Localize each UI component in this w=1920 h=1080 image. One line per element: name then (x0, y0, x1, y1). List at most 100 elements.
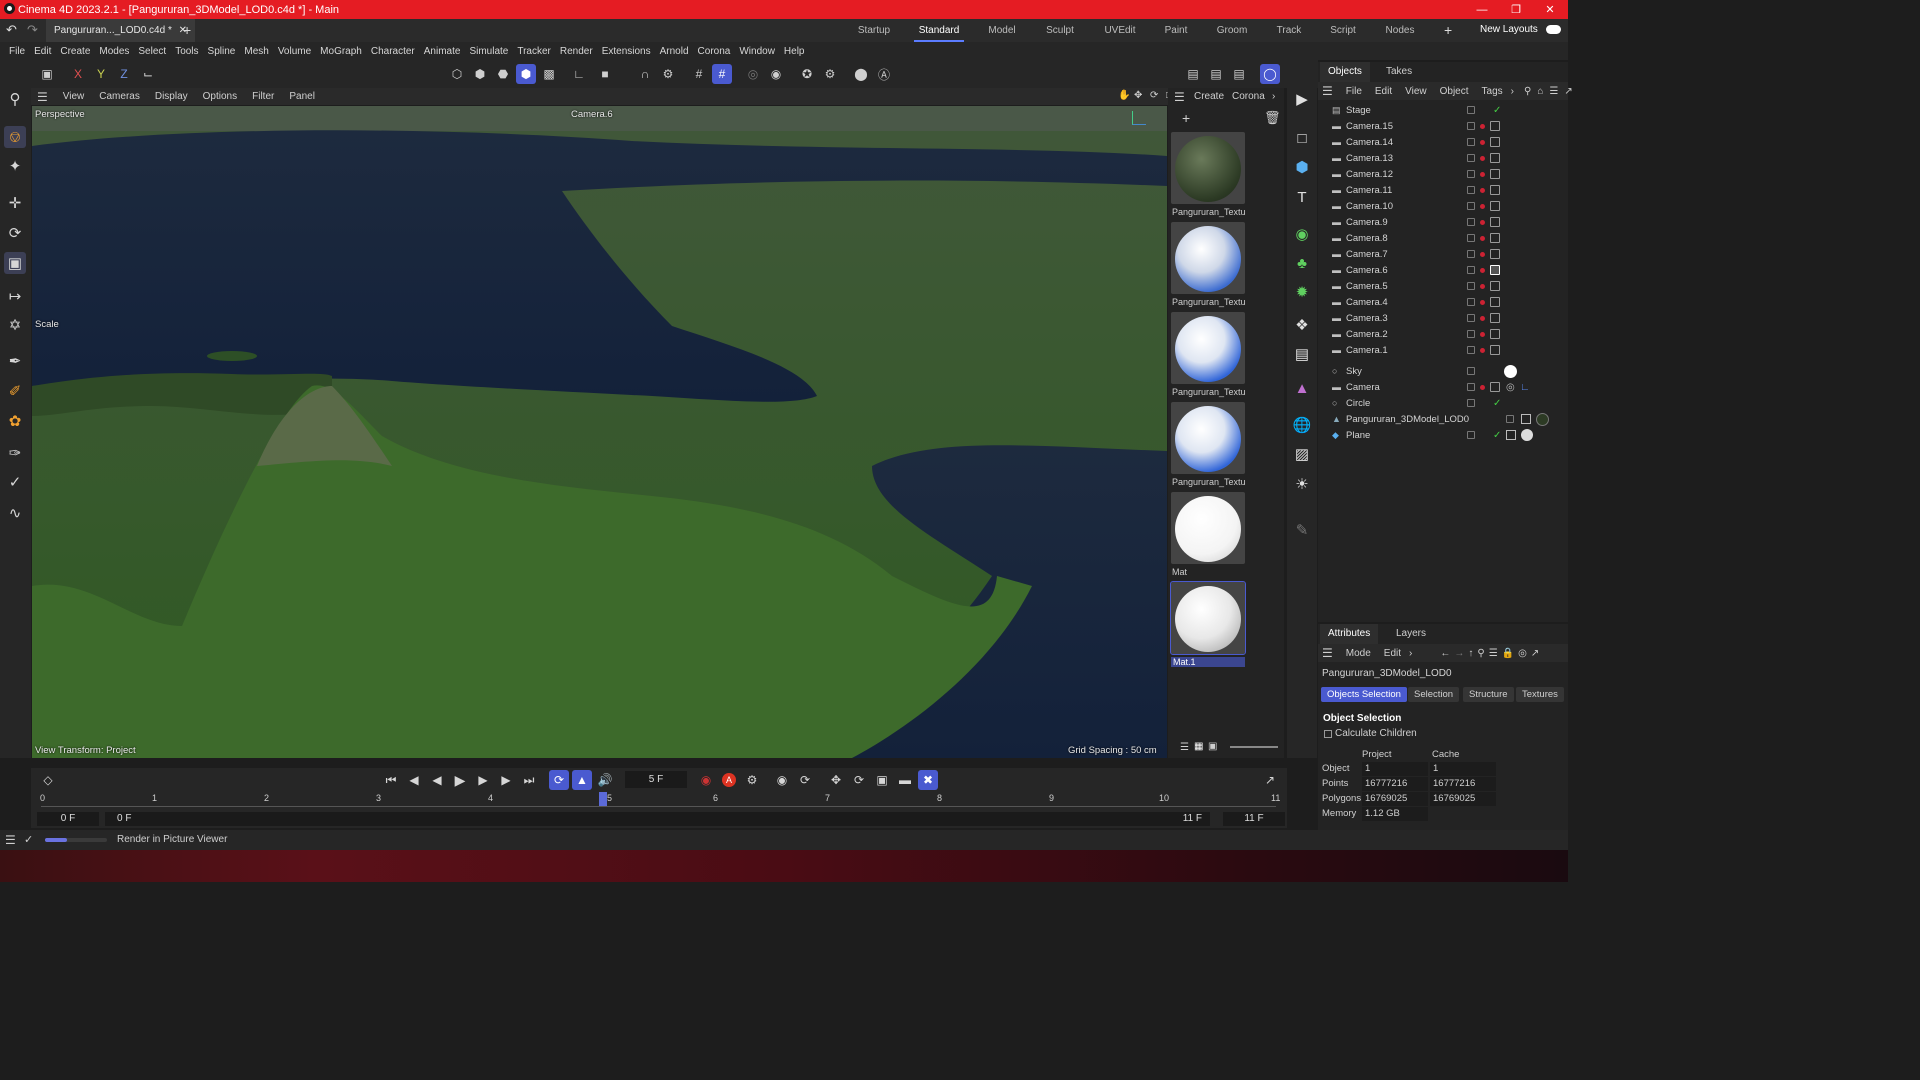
previous-frame-icon[interactable]: ◀ (427, 770, 447, 790)
add-layout-icon[interactable]: + (1444, 22, 1452, 38)
search-icon[interactable]: ⚲ (4, 88, 26, 110)
menu-extensions[interactable]: Extensions (602, 46, 651, 57)
material-tag-icon[interactable] (1521, 429, 1533, 441)
camera-tag-icon[interactable] (1490, 185, 1500, 195)
camera-tag-icon[interactable] (1490, 345, 1500, 355)
menu-select[interactable]: Select (138, 46, 166, 57)
layout-startup[interactable]: Startup (852, 19, 896, 42)
menu-modes[interactable]: Modes (99, 46, 129, 57)
btn-objects-selection[interactable]: Objects Selection (1321, 687, 1407, 702)
material-swatch[interactable] (1171, 492, 1245, 564)
visibility-check[interactable] (1467, 202, 1475, 210)
model-mode-icon[interactable]: ⬢ (516, 64, 536, 84)
light-icon[interactable]: ☀ (1291, 473, 1313, 495)
next-key-icon[interactable]: ▶ (496, 770, 516, 790)
up-arrow-icon[interactable]: ↑ (1468, 648, 1473, 659)
menu-tracker[interactable]: Tracker (517, 46, 551, 57)
interactive-render-icon[interactable]: ◯ (1260, 64, 1280, 84)
document-tab[interactable]: Pangururan..._LOD0.c4d * ✕ (46, 19, 196, 42)
snap-settings-icon[interactable]: ⚙ (658, 64, 678, 84)
camera-tag-icon[interactable] (1490, 329, 1500, 339)
layout-sculpt[interactable]: Sculpt (1040, 19, 1080, 42)
vp-menu-view[interactable]: View (63, 91, 85, 102)
texture-tag-icon[interactable] (1536, 412, 1549, 426)
new-layouts-toggle[interactable] (1546, 25, 1561, 34)
object-hamburger-icon[interactable]: ☰ (1322, 84, 1333, 98)
solo-icon[interactable]: ■ (595, 64, 615, 84)
layout-track[interactable]: Track (1270, 19, 1308, 42)
camera-object-icon[interactable]: ▶ (1291, 88, 1313, 110)
material-menu-create[interactable]: Create (1194, 91, 1224, 102)
visibility-check[interactable] (1467, 138, 1475, 146)
spline-smooth-icon[interactable]: ✿ (4, 410, 26, 432)
camera-tag-icon[interactable] (1490, 297, 1500, 307)
tab-attributes[interactable]: Attributes (1320, 624, 1379, 644)
viewport-camera-label[interactable]: Camera.6 (571, 109, 613, 120)
world-axis-icon[interactable]: ⌙ (138, 64, 158, 84)
obj-menu-object[interactable]: Object (1440, 86, 1469, 97)
rotate-view-icon[interactable]: ⟳ (1150, 90, 1158, 101)
camera-tools-icon[interactable]: ▨ (1291, 443, 1313, 465)
render-dot[interactable] (1480, 171, 1485, 177)
phong-tag-icon[interactable] (1506, 415, 1514, 423)
keyframe-settings-icon[interactable]: ⚙ (742, 770, 762, 790)
menu-window[interactable]: Window (739, 46, 775, 57)
visibility-check[interactable] (1467, 383, 1475, 391)
visibility-check[interactable] (1467, 250, 1475, 258)
key-move-icon[interactable]: ✥ (826, 770, 846, 790)
uvw-tag-icon[interactable] (1506, 430, 1516, 440)
object-row-camera[interactable]: ▬ Camera.8 (1318, 230, 1568, 246)
autokey-icon[interactable]: A (719, 770, 739, 790)
vp-menu-display[interactable]: Display (155, 91, 188, 102)
obj-menu-file[interactable]: File (1346, 86, 1362, 97)
render-dot[interactable] (1480, 219, 1485, 225)
spline-pen-icon[interactable]: ✒ (4, 350, 26, 372)
preview-range-bar[interactable]: 0 F 11 F (105, 812, 1210, 826)
material-swatch[interactable] (1171, 222, 1245, 294)
camera-tag-icon[interactable] (1490, 169, 1500, 179)
camera-tag-icon[interactable] (1490, 153, 1500, 163)
vp-menu-cameras[interactable]: Cameras (99, 91, 140, 102)
render-dot[interactable] (1480, 155, 1485, 161)
layout-nodes[interactable]: Nodes (1381, 19, 1419, 42)
camera-tag-icon[interactable] (1490, 201, 1500, 211)
menu-simulate[interactable]: Simulate (469, 46, 508, 57)
btn-structure[interactable]: Structure (1463, 687, 1514, 702)
calculate-children-checkbox[interactable] (1324, 730, 1332, 738)
object-row-sky[interactable]: ○ Sky (1318, 363, 1568, 379)
arc-tool-icon[interactable]: ∿ (4, 502, 26, 524)
render-dot[interactable] (1480, 251, 1485, 257)
edges-mode-icon[interactable]: ⬢ (470, 64, 490, 84)
live-selection-icon[interactable]: ✦ (4, 155, 26, 177)
y-axis-lock[interactable]: Y (91, 64, 111, 84)
camera-tag-icon[interactable] (1490, 233, 1500, 243)
menu-corona[interactable]: Corona (698, 46, 731, 57)
object-row-camera[interactable]: ▬ Camera.1 (1318, 342, 1568, 358)
delete-material-icon[interactable]: 🗑 (1264, 110, 1281, 126)
lock-workplane-icon[interactable]: ⬤ (851, 64, 871, 84)
tab-layers[interactable]: Layers (1388, 624, 1434, 644)
camera-tag-active-icon[interactable] (1490, 265, 1500, 275)
3d-viewport[interactable]: Perspective Camera.6 Scale View Transfor… (32, 106, 1167, 758)
object-row-camera[interactable]: ▬ Camera.13 (1318, 150, 1568, 166)
tab-objects[interactable]: Objects (1320, 62, 1370, 82)
record-icon[interactable]: ◉ (696, 770, 716, 790)
lock-icon[interactable]: 🔒 (1502, 648, 1514, 659)
menu-render[interactable]: Render (560, 46, 593, 57)
keyframe-diamond-icon[interactable]: ◇ (38, 770, 58, 790)
visibility-check[interactable] (1467, 431, 1475, 439)
visibility-check[interactable] (1467, 298, 1475, 306)
key-pla-icon[interactable]: ✖ (918, 770, 938, 790)
render-dot[interactable] (1480, 299, 1485, 305)
render-dot[interactable] (1480, 283, 1485, 289)
pan-view-icon[interactable]: ✋ (1118, 90, 1130, 101)
knife-tool-icon[interactable]: ✓ (4, 471, 26, 493)
visibility-check[interactable] (1467, 170, 1475, 178)
object-row-camera[interactable]: ▬ Camera.10 (1318, 198, 1568, 214)
transfer-tool-icon[interactable]: ↦ (4, 285, 26, 307)
menu-spline[interactable]: Spline (208, 46, 236, 57)
visibility-check[interactable] (1467, 346, 1475, 354)
menu-character[interactable]: Character (371, 46, 415, 57)
current-frame-field[interactable]: 5 F (625, 771, 687, 788)
sound-icon[interactable]: 🔊 (595, 770, 615, 790)
